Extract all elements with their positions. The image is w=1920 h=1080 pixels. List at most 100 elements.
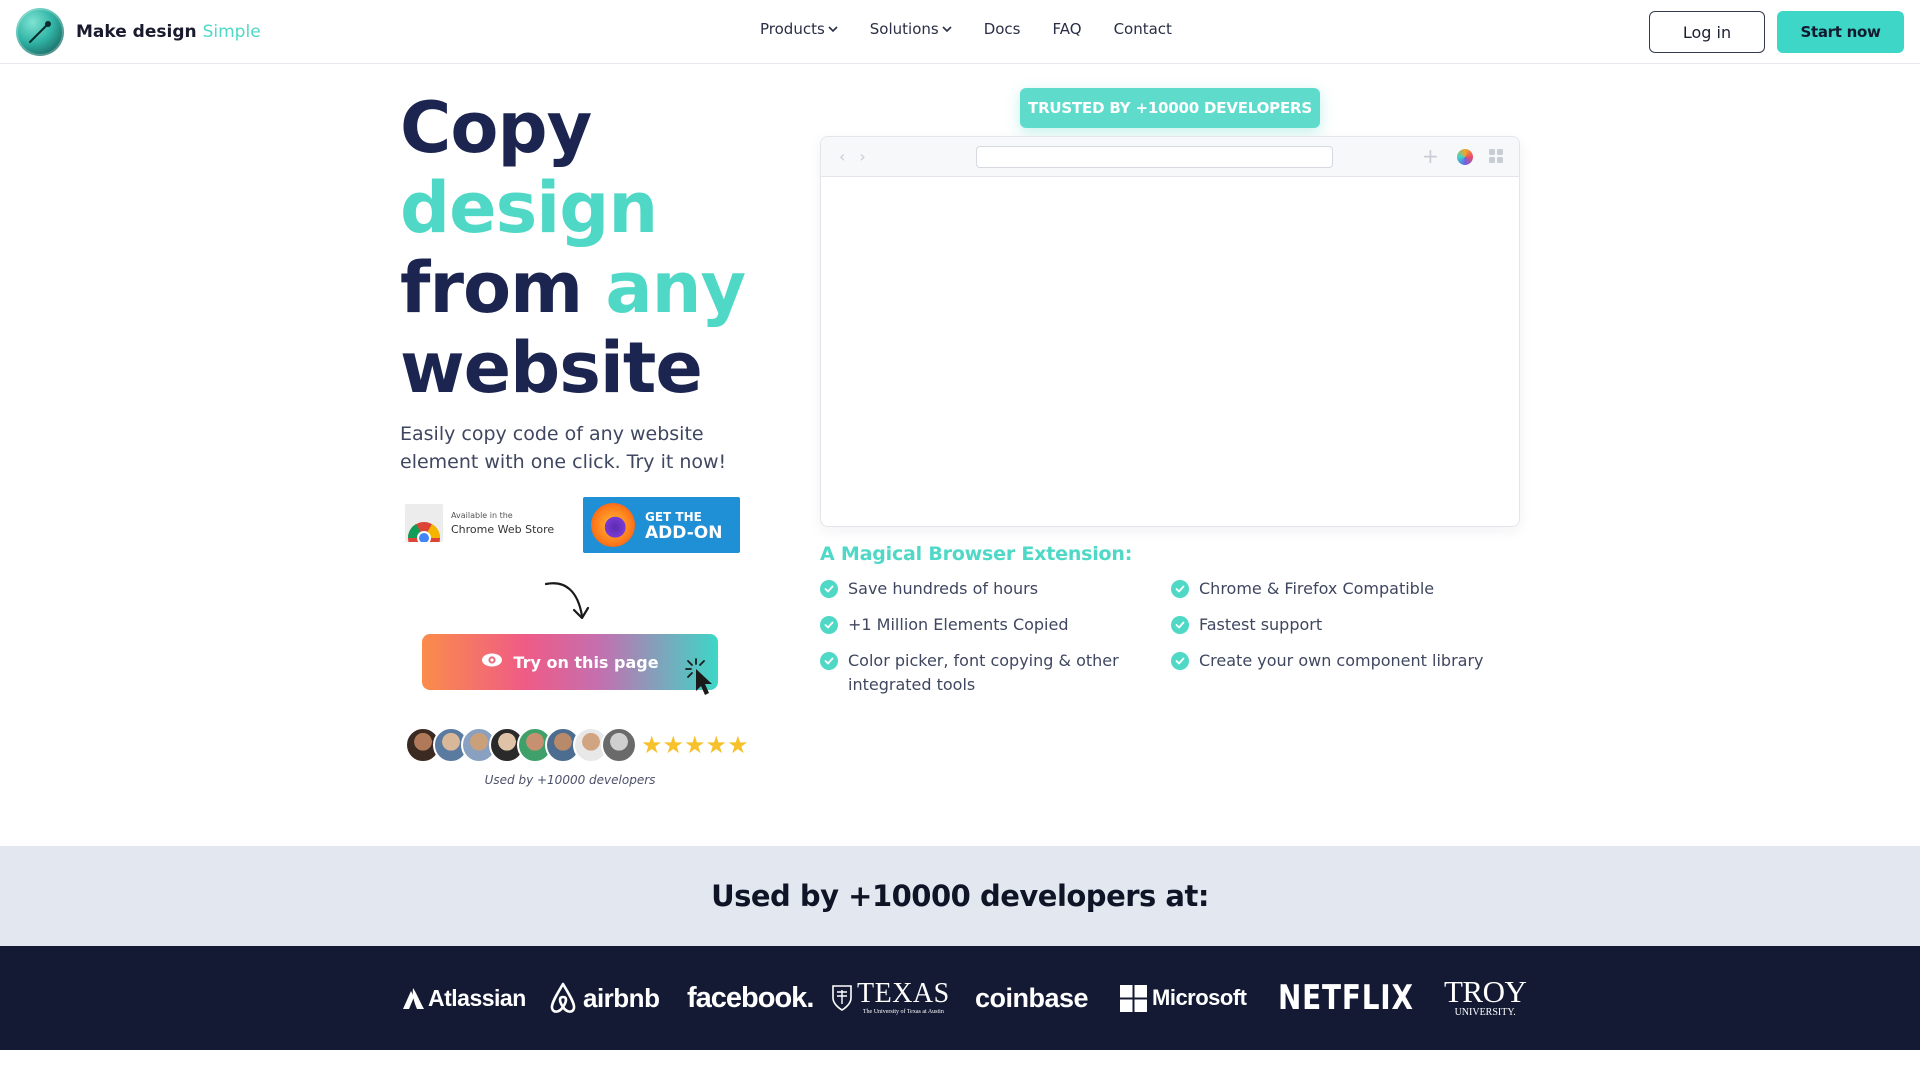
feature-item: Chrome & Firefox Compatible [1171,577,1511,601]
ut-seal-icon [832,985,852,1011]
menu-solutions-label: Solutions [869,20,939,38]
chrome-store-badge[interactable]: Available in the Chrome Web Store [405,502,561,544]
check-icon [820,580,838,598]
chevron-down-icon [942,23,952,36]
apps-grid-icon [1489,149,1503,163]
try-on-this-page-button[interactable]: Try on this page [422,634,718,690]
menu-contact[interactable]: Contact [1114,20,1172,38]
hero-subtitle: Easily copy code of any website element … [400,423,727,473]
feature-text: Save hundreds of hours [848,579,1039,598]
chevron-down-icon [828,23,838,36]
check-icon [820,652,838,670]
menu-solutions[interactable]: Solutions [870,20,952,38]
feature-text: Color picker, font copying & other integ… [848,651,1119,694]
try-button-label: Try on this page [513,652,659,672]
check-icon [820,616,838,634]
new-tab-plus-icon: + [1422,144,1439,168]
brand-name-accent: Simple [202,22,261,42]
airbnb-icon [550,982,576,1013]
troy-university-text: UNIVERSITY. [1454,1007,1516,1018]
facebook-logo: facebook. [687,946,814,1050]
rating-stars: ★ ★ ★ ★ ★ [641,733,749,757]
menu-docs[interactable]: Docs [984,20,1021,38]
browser-address-bar [976,146,1333,168]
eye-icon [481,652,503,672]
browser-mockup: ‹ › + [820,136,1520,527]
check-icon [1171,652,1189,670]
check-icon [1171,616,1189,634]
login-button[interactable]: Log in [1649,11,1765,53]
hero-title-any: any [605,247,746,329]
hero-title-line-2: design [400,167,658,249]
curved-arrow-icon [540,578,596,628]
used-by-band: Used by +10000 developers at: [0,846,1920,946]
used-by-heading: Used by +10000 developers at: [711,879,1209,913]
start-now-button[interactable]: Start now [1777,11,1904,53]
features-title: A Magical Browser Extension: [820,543,1133,565]
microsoft-logo: Microsoft [1120,946,1247,1050]
chrome-store-small: Available in the [451,511,513,520]
brand-name-main: Make design [76,22,197,42]
chrome-store-text: Available in the Chrome Web Store [451,510,554,536]
feature-item: Fastest support [1171,613,1511,637]
avatar [601,727,637,763]
back-arrow-icon: ‹ [839,147,846,166]
microsoft-icon [1120,984,1147,1012]
forward-arrow-icon: › [859,147,866,166]
menu-products[interactable]: Products [760,20,838,38]
ut-texas-wordmark: TEXAS [857,978,950,1009]
feature-text: +1 Million Elements Copied [848,615,1069,634]
coinbase-logo: coinbase [975,946,1089,1050]
ut-texas-text: TEXAS The University of Texas at Austin [857,980,950,1016]
netflix-wordmark: NETFLIX [1278,978,1414,1018]
extension-logo-icon [1457,149,1473,165]
feature-item: +1 Million Elements Copied [820,613,1150,637]
menu-faq[interactable]: FAQ [1053,20,1082,38]
developer-avatars: ★ ★ ★ ★ ★ [405,727,749,763]
menu-faq-label: FAQ [1052,20,1082,38]
feature-text: Chrome & Firefox Compatible [1199,579,1435,598]
hero-title-from: from [400,247,583,329]
feature-text: Fastest support [1199,615,1323,634]
feature-text: Create your own component library [1199,651,1484,670]
atlassian-logo: Atlassian [400,946,526,1050]
feature-item: Save hundreds of hours [820,577,1150,601]
logo-icon [16,8,64,56]
company-logos-band: Atlassian airbnb facebook. TEXAS The Uni… [0,946,1920,1050]
star-icon: ★ [705,731,728,759]
atlassian-wordmark: Atlassian [428,984,526,1011]
check-icon [1171,580,1189,598]
top-navbar: Make design Simple Products Solutions Doc… [0,0,1920,64]
coinbase-wordmark: coinbase [975,982,1089,1013]
feature-item: Create your own component library [1171,649,1511,673]
brand-logo[interactable]: Make design Simple [16,8,261,56]
hero-title: Copy design from any website [400,87,746,409]
hero-title-line-1: Copy [400,87,592,169]
browser-nav-arrows: ‹ › [839,147,880,166]
chrome-logo-icon [405,504,443,542]
menu-contact-label: Contact [1113,20,1172,38]
hero-title-line-3: from any [400,247,746,329]
menu-products-label: Products [760,20,825,38]
star-icon: ★ [684,731,706,759]
troy-wordmark: TROY [1444,974,1527,1009]
star-icon: ★ [662,731,685,759]
ut-texas-logo: TEXAS The University of Texas at Austin [831,946,950,1050]
star-icon: ★ [641,731,663,759]
firefox-addon-line2: ADD-ON [645,523,723,543]
netflix-logo: NETFLIX [1278,946,1444,1050]
ut-texas-subtitle: The University of Texas at Austin [862,1009,944,1015]
hero-title-line-4: website [400,327,703,409]
used-by-note: Used by +10000 developers [484,773,656,787]
airbnb-wordmark: airbnb [583,982,660,1013]
firefox-addon-badge[interactable]: GET THE ADD-ON [583,497,740,553]
firefox-logo-icon [591,503,635,547]
browser-toolbar: ‹ › + [821,137,1519,177]
main-menu: Products Solutions Docs FAQ Contact [760,20,1204,38]
feature-item: Color picker, font copying & other integ… [820,649,1120,697]
trusted-badge: TRUSTED BY +10000 DEVELOPERS [1020,88,1320,128]
facebook-wordmark: facebook. [687,981,814,1014]
atlassian-icon [403,988,424,1009]
troy-university-logo: TROY UNIVERSITY. [1444,946,1527,1050]
brand-name: Make design Simple [76,22,261,42]
